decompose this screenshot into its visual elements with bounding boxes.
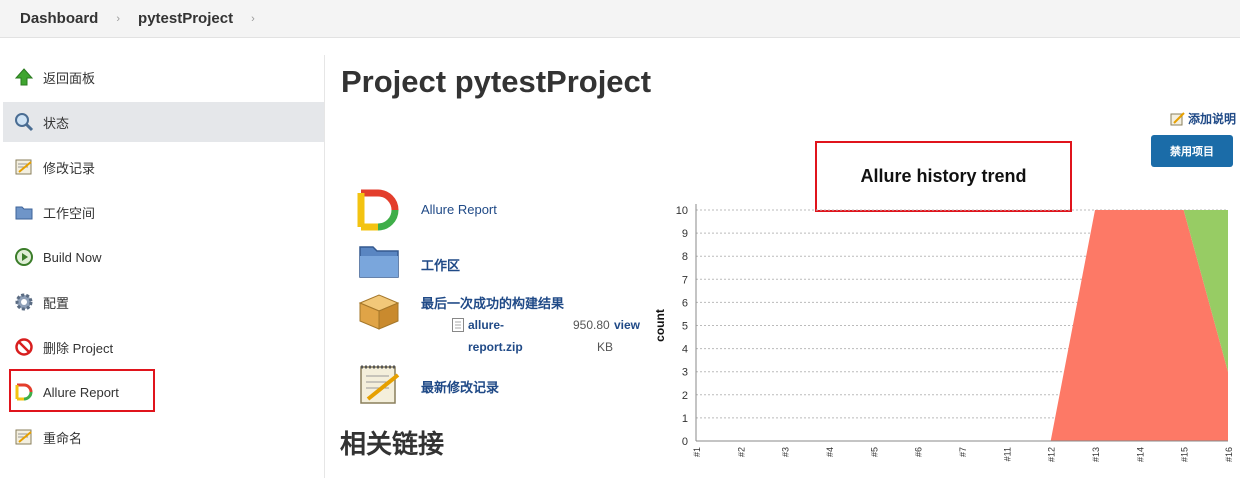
- chart-y-tick-label: 5: [682, 321, 688, 333]
- link-last-successful-artifacts[interactable]: 最后一次成功的构建结果: [421, 293, 564, 312]
- breadcrumb-separator-icon[interactable]: ›: [116, 13, 120, 25]
- breadcrumb-project[interactable]: pytestProject: [138, 10, 233, 27]
- sidebar-item-label: 返回面板: [43, 70, 96, 86]
- disable-project-button[interactable]: 禁用项目: [1151, 135, 1233, 167]
- link-allure-report[interactable]: Allure Report: [421, 202, 497, 217]
- chart-x-tick-label: #15: [1180, 447, 1190, 462]
- up-arrow-icon: [13, 66, 35, 88]
- chart-y-axis-label: count: [653, 309, 667, 342]
- sidebar-item-build-now[interactable]: Build Now: [3, 237, 324, 277]
- package-icon[interactable]: [356, 289, 402, 338]
- prohibited-icon: [13, 336, 35, 358]
- chart-x-tick-label: #16: [1224, 447, 1234, 462]
- sidebar-item-configure[interactable]: 配置: [3, 282, 324, 322]
- chart-x-tick-label: #1: [692, 447, 702, 457]
- notepad-icon: [13, 426, 35, 448]
- artifact-link-line1[interactable]: allure-: [468, 318, 504, 332]
- chart-y-tick-label: 7: [682, 274, 688, 286]
- file-icon: [452, 318, 464, 337]
- artifact-size-unit: KB: [597, 340, 614, 354]
- edit-icon: [1170, 111, 1186, 127]
- chart-y-tick-label: 3: [682, 367, 688, 379]
- chart-y-tick-label: 0: [682, 436, 688, 448]
- sidebar-item-status[interactable]: 状态: [3, 102, 324, 142]
- sidebar-item-label: Allure Report: [43, 384, 119, 400]
- breadcrumb-bar: Dashboard › pytestProject ›: [0, 0, 1240, 38]
- chart-y-tick-label: 10: [676, 205, 688, 217]
- chart-y-tick-label: 6: [682, 297, 688, 309]
- sidebar-item-back-to-dashboard[interactable]: 返回面板: [3, 57, 324, 97]
- breadcrumb-separator-icon[interactable]: ›: [251, 13, 255, 25]
- chart-y-tick-label: 9: [682, 228, 688, 240]
- folder-icon[interactable]: [356, 239, 402, 288]
- chart-y-tick-label: 8: [682, 251, 688, 263]
- link-workspace[interactable]: 工作区: [421, 255, 460, 274]
- sidebar-item-delete-project[interactable]: 删除 Project: [3, 327, 324, 367]
- sidebar-item-changes[interactable]: 修改记录: [3, 147, 324, 187]
- chart-y-tick-label: 1: [682, 413, 688, 425]
- folder-icon: [13, 201, 35, 223]
- artifact-view-link[interactable]: view: [614, 318, 640, 332]
- chart-x-tick-label: #14: [1135, 447, 1145, 462]
- build-now-icon: [13, 246, 35, 268]
- allure-logo-icon[interactable]: [356, 188, 402, 237]
- add-description-label: 添加说明: [1187, 112, 1236, 126]
- chart-x-tick-label: #11: [1002, 447, 1012, 461]
- chart-x-tick-label: #2: [736, 447, 746, 457]
- sidebar-item-label: 状态: [43, 115, 70, 131]
- allure-logo-icon: [13, 381, 35, 403]
- chart-x-tick-label: #5: [869, 447, 879, 457]
- chart-x-tick-label: #3: [781, 447, 791, 457]
- chart-x-tick-label: #12: [1047, 447, 1057, 462]
- chart-x-tick-label: #13: [1091, 447, 1101, 462]
- chart-x-tick-label: #7: [958, 447, 968, 457]
- sidebar-item-label: 配置: [43, 295, 70, 311]
- artifact-size-value: 950.80: [573, 318, 610, 332]
- sidebar-item-label: 修改记录: [43, 160, 96, 176]
- artifact-link-line2[interactable]: report.zip: [468, 340, 523, 354]
- notepad-icon[interactable]: [356, 361, 402, 412]
- sidebar-item-label: 重命名: [43, 430, 83, 446]
- page-title: Project pytestProject: [341, 64, 652, 99]
- magnifier-icon: [13, 111, 35, 133]
- sidebar-item-allure-report[interactable]: Allure Report: [3, 372, 324, 412]
- chart-y-tick-label: 2: [682, 390, 688, 402]
- gear-icon: [13, 291, 35, 313]
- notepad-icon: [13, 156, 35, 178]
- chart-x-tick-label: #6: [914, 447, 924, 457]
- sidebar: 返回面板 状态 修改记录 工作空间 Build Now 配置 删除 Projec…: [0, 55, 325, 478]
- chart-y-tick-label: 4: [682, 344, 688, 356]
- link-recent-changes[interactable]: 最新修改记录: [421, 377, 499, 396]
- sidebar-item-workspace[interactable]: 工作空间: [3, 192, 324, 232]
- sidebar-item-label: Build Now: [43, 249, 102, 265]
- history-trend-chart: 0 1 2 3 4 5 6 7 8 9 10 #1 #2 #3 #4 #5 #6 #7 #11 #12 #13 #14 #1…: [653, 204, 1234, 462]
- chart-title: Allure history trend: [860, 166, 1027, 186]
- add-description-link[interactable]: 添加说明: [1170, 110, 1236, 127]
- related-links-heading: 相关链接: [340, 429, 445, 459]
- sidebar-item-rename[interactable]: 重命名: [3, 417, 324, 457]
- sidebar-item-label: 删除 Project: [43, 340, 114, 356]
- breadcrumb-dashboard[interactable]: Dashboard: [20, 10, 98, 27]
- sidebar-item-label: 工作空间: [43, 205, 96, 221]
- chart-x-tick-label: #4: [825, 447, 835, 457]
